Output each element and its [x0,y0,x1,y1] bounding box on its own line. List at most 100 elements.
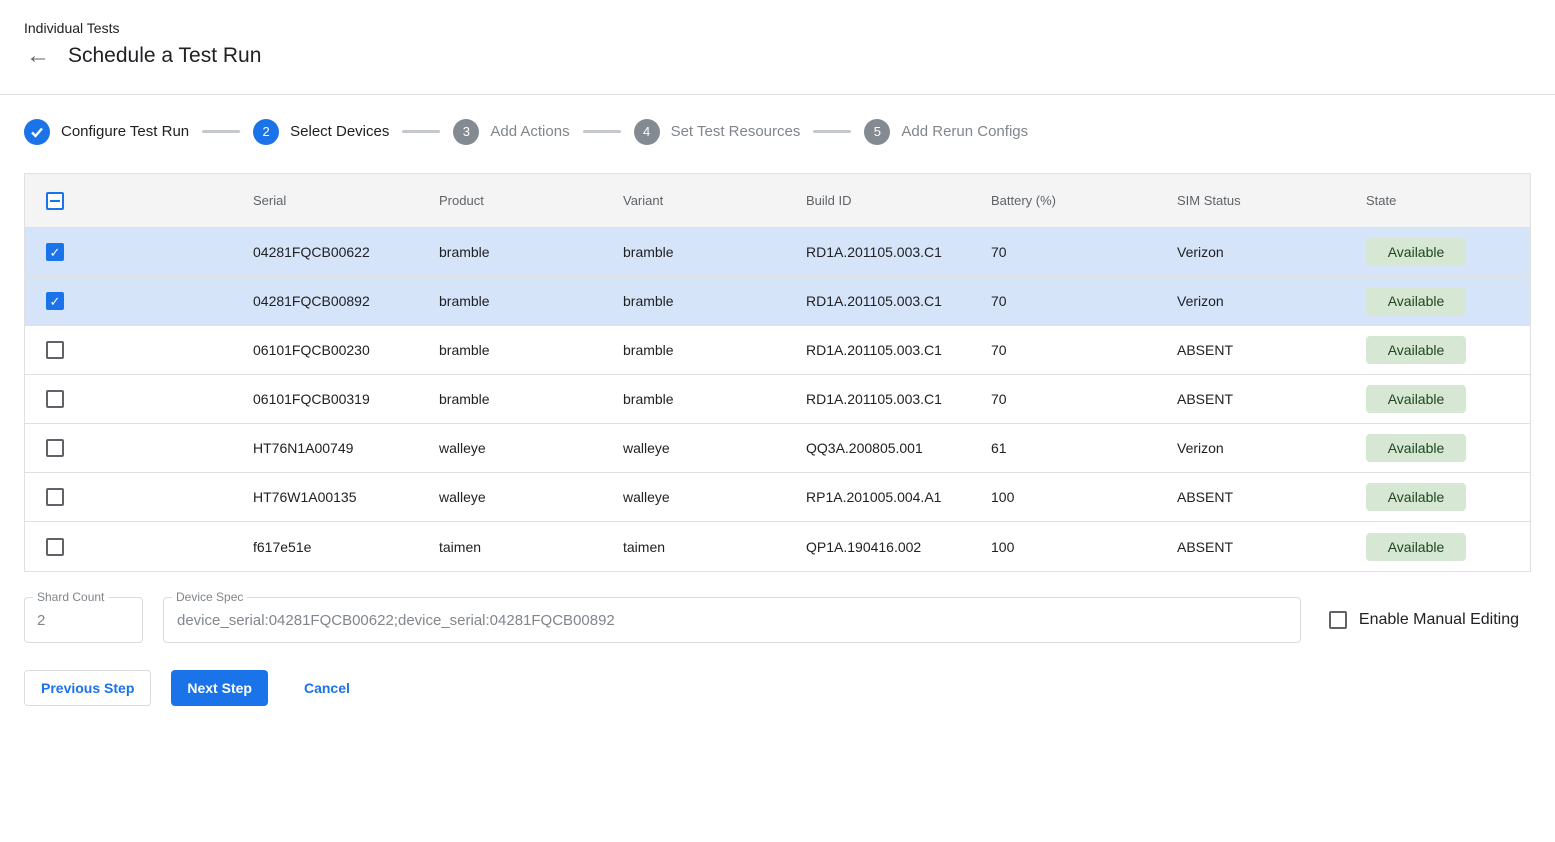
device-row[interactable]: HT76W1A00135 walleye walleye RP1A.201005… [25,473,1530,522]
cell-serial: HT76W1A00135 [229,489,415,505]
row-checkbox[interactable] [46,292,64,310]
cell-serial: f617e51e [229,539,415,555]
cell-variant: walleye [599,440,782,456]
device-spec-field[interactable]: Device Spec device_serial:04281FQCB00622… [163,597,1301,643]
step-number-badge: 5 [864,119,890,145]
cell-product: taimen [415,539,599,555]
shard-count-field[interactable]: Shard Count 2 [24,597,143,643]
device-row[interactable]: f617e51e taimen taimen QP1A.190416.002 1… [25,522,1530,571]
cell-build-id: RD1A.201105.003.C1 [782,391,967,407]
cell-variant: walleye [599,489,782,505]
state-badge: Available [1366,287,1466,315]
row-checkbox[interactable] [46,488,64,506]
cell-variant: bramble [599,244,782,260]
cell-battery: 70 [967,293,1153,309]
header-divider [0,94,1555,95]
step-set-test-resources[interactable]: 4 Set Test Resources [634,119,801,145]
cell-sim-status: ABSENT [1153,391,1342,407]
column-header-variant: Variant [599,193,782,208]
cell-product: bramble [415,244,599,260]
cell-sim-status: ABSENT [1153,489,1342,505]
step-select-devices[interactable]: 2 Select Devices [253,119,389,145]
actions-row: Previous Step Next Step Cancel [24,670,1531,706]
schedule-test-run-page: Individual Tests ← Schedule a Test Run C… [0,0,1555,706]
step-label: Add Actions [490,123,569,140]
title-row: ← Schedule a Test Run [24,44,1531,94]
cell-build-id: RP1A.201005.004.A1 [782,489,967,505]
state-badge: Available [1366,483,1466,511]
row-checkbox[interactable] [46,439,64,457]
select-all-checkbox[interactable] [46,192,64,210]
cell-serial: 04281FQCB00622 [229,244,415,260]
cell-variant: taimen [599,539,782,555]
step-label: Add Rerun Configs [901,123,1028,140]
cell-variant: bramble [599,391,782,407]
cell-build-id: RD1A.201105.003.C1 [782,342,967,358]
device-row[interactable]: 04281FQCB00622 bramble bramble RD1A.2011… [25,228,1530,277]
device-row[interactable]: 04281FQCB00892 bramble bramble RD1A.2011… [25,277,1530,326]
cell-product: bramble [415,293,599,309]
cell-sim-status: Verizon [1153,293,1342,309]
next-step-button[interactable]: Next Step [171,670,268,706]
device-spec-form: Shard Count 2 Device Spec device_serial:… [24,597,1531,643]
cell-sim-status: ABSENT [1153,342,1342,358]
state-badge: Available [1366,238,1466,266]
state-badge: Available [1366,385,1466,413]
device-row[interactable]: 06101FQCB00319 bramble bramble RD1A.2011… [25,375,1530,424]
cell-variant: bramble [599,342,782,358]
column-header-state: State [1342,193,1530,208]
cell-serial: 06101FQCB00319 [229,391,415,407]
device-spec-value: device_serial:04281FQCB00622;device_seri… [177,612,615,629]
cell-battery: 70 [967,244,1153,260]
step-add-actions[interactable]: 3 Add Actions [453,119,569,145]
step-add-rerun-configs[interactable]: 5 Add Rerun Configs [864,119,1028,145]
device-table: Serial Product Variant Build ID Battery … [24,173,1531,572]
cell-variant: bramble [599,293,782,309]
row-checkbox[interactable] [46,243,64,261]
column-header-battery: Battery (%) [967,193,1153,208]
shard-count-value: 2 [37,612,45,629]
device-row[interactable]: 06101FQCB00230 bramble bramble RD1A.2011… [25,326,1530,375]
row-checkbox[interactable] [46,538,64,556]
back-arrow-icon[interactable]: ← [26,44,50,68]
step-configure-test-run[interactable]: Configure Test Run [24,119,189,145]
cell-battery: 100 [967,539,1153,555]
cell-serial: HT76N1A00749 [229,440,415,456]
cell-product: bramble [415,342,599,358]
cell-battery: 70 [967,342,1153,358]
step-connector [402,130,440,133]
device-row[interactable]: HT76N1A00749 walleye walleye QQ3A.200805… [25,424,1530,473]
cell-battery: 70 [967,391,1153,407]
cancel-button[interactable]: Cancel [286,670,368,706]
cell-sim-status: ABSENT [1153,539,1342,555]
row-checkbox[interactable] [46,341,64,359]
step-number-badge: 4 [634,119,660,145]
cell-battery: 61 [967,440,1153,456]
page-title: Schedule a Test Run [68,44,261,68]
column-header-sim-status: SIM Status [1153,193,1342,208]
enable-manual-editing-label: Enable Manual Editing [1359,611,1519,629]
step-connector [583,130,621,133]
enable-manual-editing[interactable]: Enable Manual Editing [1329,611,1519,629]
cell-build-id: RD1A.201105.003.C1 [782,293,967,309]
step-completed-check-icon [24,119,50,145]
cell-battery: 100 [967,489,1153,505]
cell-product: walleye [415,489,599,505]
stepper: Configure Test Run 2 Select Devices 3 Ad… [24,118,1531,145]
shard-count-label: Shard Count [33,590,108,604]
step-connector [813,130,851,133]
state-badge: Available [1366,533,1466,561]
table-header-row: Serial Product Variant Build ID Battery … [25,174,1530,228]
device-spec-label: Device Spec [172,590,247,604]
step-number-badge: 3 [453,119,479,145]
cell-build-id: QP1A.190416.002 [782,539,967,555]
cell-serial: 06101FQCB00230 [229,342,415,358]
row-checkbox[interactable] [46,390,64,408]
previous-step-button[interactable]: Previous Step [24,670,151,706]
breadcrumb: Individual Tests [24,20,1531,36]
cell-build-id: QQ3A.200805.001 [782,440,967,456]
column-header-serial: Serial [229,193,415,208]
step-label: Select Devices [290,123,389,140]
enable-manual-editing-checkbox[interactable] [1329,611,1347,629]
cell-sim-status: Verizon [1153,440,1342,456]
